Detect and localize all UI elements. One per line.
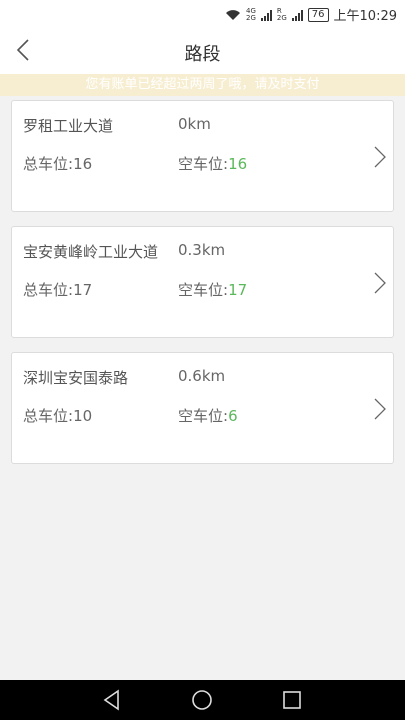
nav-recents-icon[interactable]	[280, 688, 304, 712]
clock: 上午10:29	[333, 9, 397, 24]
free-spaces: 空车位:17	[178, 281, 248, 299]
signal-icon-2	[291, 9, 303, 21]
free-spaces: 空车位:16	[178, 155, 248, 173]
page-title: 路段	[184, 44, 221, 65]
chevron-right-icon	[374, 272, 386, 294]
list-item[interactable]: 罗租工业大道 0km 总车位:16 空车位:16	[11, 100, 394, 212]
nav-back-icon[interactable]	[100, 688, 124, 712]
total-spaces: 总车位:17	[23, 281, 93, 299]
header: 路段	[0, 28, 405, 74]
navigation-bar	[0, 680, 405, 720]
road-distance: 0km	[178, 115, 211, 133]
status-icons: 4G 2G R 2G 76 上午10:29	[225, 5, 397, 24]
list-item[interactable]: 深圳宝安国泰路 0.6km 总车位:10 空车位:6	[11, 352, 394, 464]
total-spaces: 总车位:16	[23, 155, 93, 173]
road-distance: 0.6km	[178, 367, 226, 385]
list-item[interactable]: 宝安黄峰岭工业大道 0.3km 总车位:17 空车位:17	[11, 226, 394, 338]
wifi-icon	[226, 9, 241, 20]
signal-icon	[260, 9, 272, 21]
total-spaces: 总车位:10	[23, 407, 93, 425]
road-distance: 0.3km	[178, 241, 226, 259]
network-type-1: 4G 2G	[246, 6, 256, 22]
road-name: 深圳宝安国泰路	[23, 369, 129, 387]
chevron-right-icon	[374, 146, 386, 168]
notice-banner: 您有账单已经超过两周了哦，请及时支付	[0, 74, 405, 96]
status-bar: 4G 2G R 2G 76 上午10:29	[0, 0, 405, 28]
network-type-2: R 2G	[276, 6, 287, 22]
road-name: 罗租工业大道	[23, 117, 114, 135]
free-spaces: 空车位:6	[178, 407, 238, 425]
road-name: 宝安黄峰岭工业大道	[23, 243, 159, 261]
battery-icon: 76	[307, 7, 329, 22]
nav-home-icon[interactable]	[190, 688, 214, 712]
road-list: 罗租工业大道 0km 总车位:16 空车位:16 宝安黄峰岭工业大道 0.3km…	[11, 100, 394, 478]
chevron-right-icon	[374, 398, 386, 420]
